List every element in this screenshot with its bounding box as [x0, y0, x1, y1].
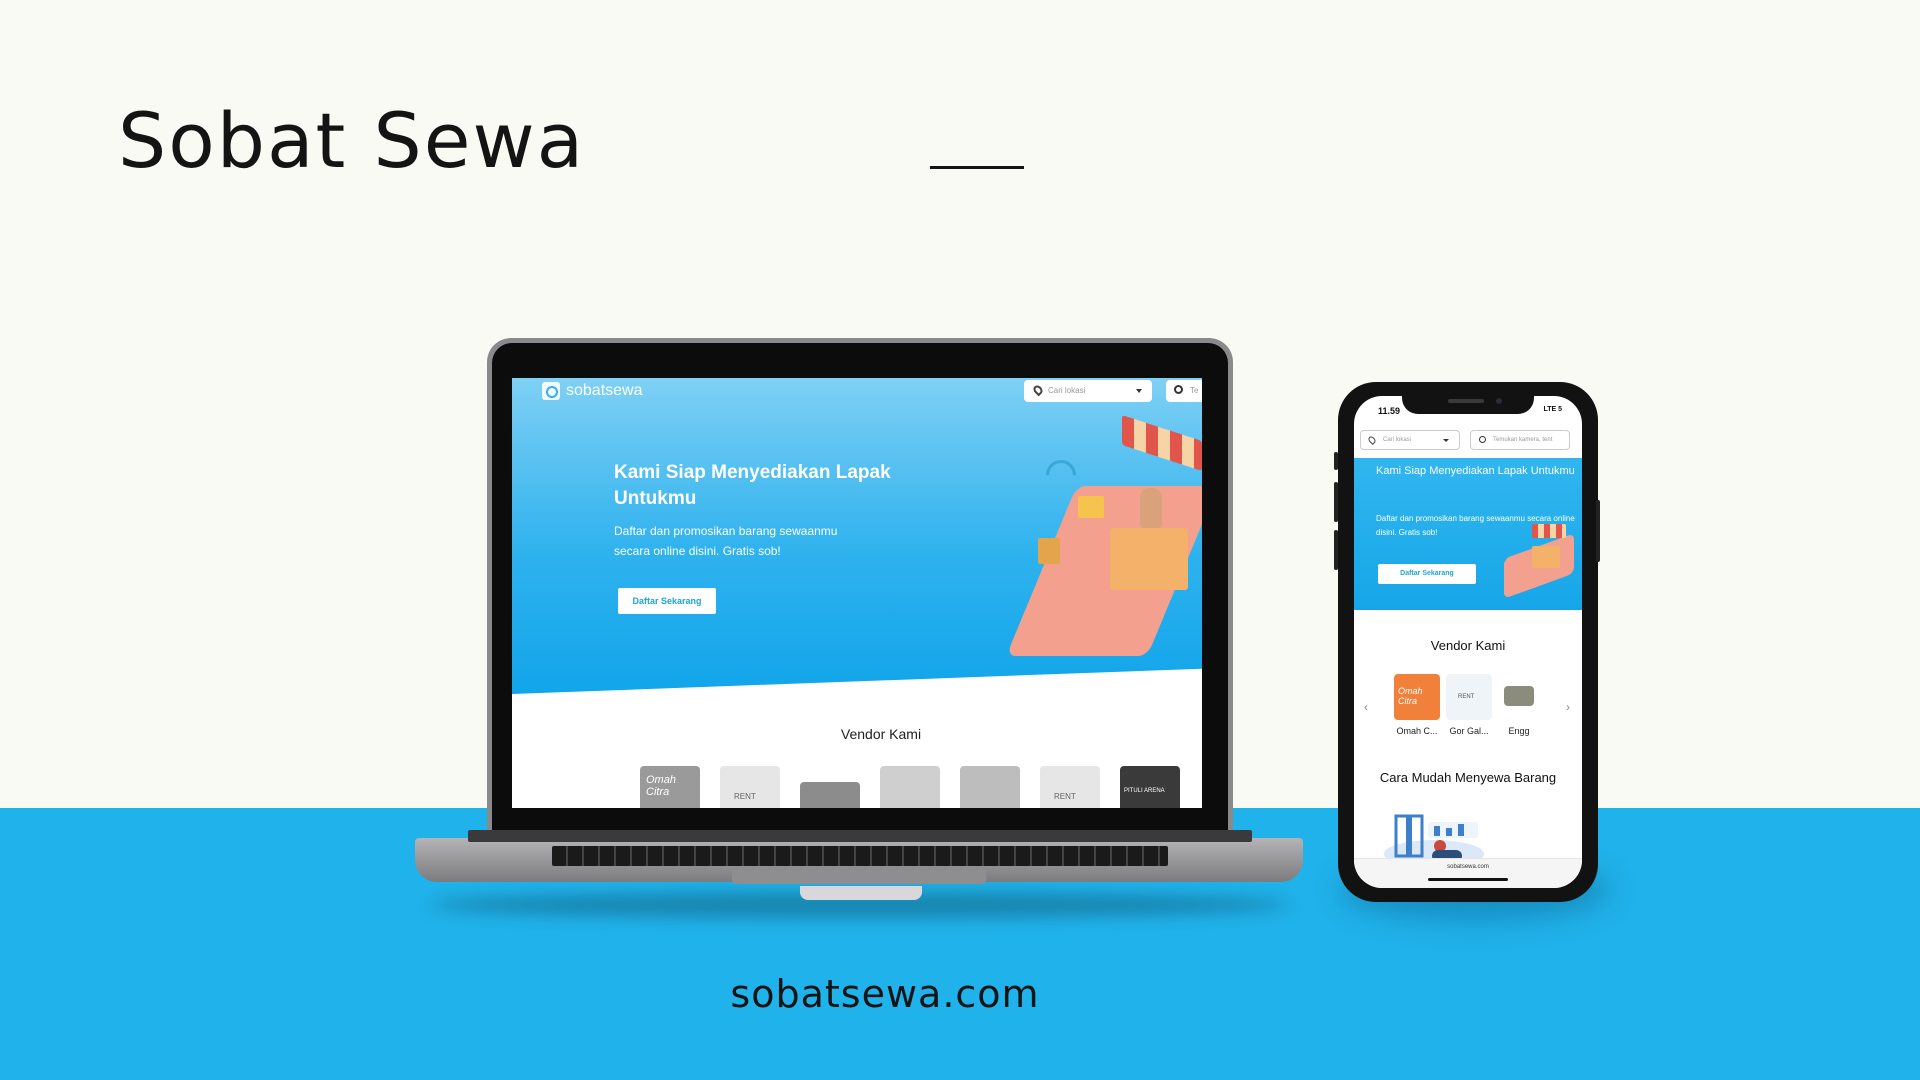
chevron-left-icon[interactable]: ‹: [1364, 700, 1368, 714]
vendor-thumbnail[interactable]: PITULI ARENA: [1120, 766, 1180, 808]
phone-volume-down: [1334, 530, 1338, 570]
search-icon: [1479, 436, 1486, 443]
chevron-right-icon[interactable]: ›: [1566, 700, 1570, 714]
search-placeholder: Te: [1190, 386, 1199, 395]
vendor-section-title: Vendor Kami: [1430, 638, 1506, 653]
vendor-thumb-label: RENT: [734, 792, 756, 801]
website-logo[interactable]: sobatsewa: [542, 382, 643, 400]
howto-section-title: Cara Mudah Menyewa Barang: [1379, 770, 1557, 785]
location-pin-icon: [1031, 383, 1045, 397]
vendor-name: Omah C...: [1396, 726, 1438, 736]
register-button[interactable]: Daftar Sekarang: [618, 588, 716, 614]
vendor-thumbnail[interactable]: [880, 766, 940, 808]
laptop-front-notch: [800, 886, 922, 900]
location-select[interactable]: Cari lokasi: [1360, 430, 1460, 450]
vendor-thumb-label: PITULI ARENA: [1124, 788, 1165, 794]
search-input[interactable]: Te: [1166, 380, 1202, 402]
location-select[interactable]: Cari lokasi: [1024, 380, 1152, 402]
search-icon: [1174, 385, 1183, 394]
phone-power-button: [1596, 500, 1600, 562]
vendor-thumb-label: Omah Citra: [646, 774, 676, 798]
laptop-screen: sobatsewa Cari lokasi Te Kami Siap Menye…: [512, 378, 1202, 808]
vendor-thumb-label: RENT: [1458, 694, 1475, 700]
hero-title: Kami Siap Menyediakan Lapak Untukmu: [1376, 465, 1575, 477]
vendor-thumbnail[interactable]: RENT: [720, 766, 780, 808]
vendor-thumbnail[interactable]: [800, 782, 860, 808]
vendor-thumbnail[interactable]: RENT: [1446, 674, 1492, 720]
shopkeeper-illustration: [1140, 488, 1162, 528]
vendor-thumb-label: RENT: [1054, 792, 1076, 801]
location-placeholder: Cari lokasi: [1048, 386, 1086, 395]
laptop-hinge: [468, 830, 1252, 842]
camera-icon: [1496, 398, 1502, 404]
browser-url-bar[interactable]: [1354, 858, 1582, 888]
page-headline: Sobat Sewa: [118, 96, 586, 185]
phone-speaker: [1448, 399, 1484, 403]
laptop-keyboard: [552, 846, 1168, 866]
location-placeholder: Cari lokasi: [1383, 437, 1412, 443]
shopping-bag-illustration: [1038, 538, 1060, 564]
laptop-trackpad: [732, 870, 986, 884]
domain-caption: sobatsewa.com: [730, 972, 1040, 1016]
search-input[interactable]: Temukan kamera, tent: [1470, 430, 1570, 450]
location-pin-icon: [1367, 435, 1377, 445]
chevron-down-icon: [1443, 439, 1449, 442]
search-placeholder: Temukan kamera, tent: [1493, 437, 1553, 443]
phone-silent-switch: [1334, 452, 1338, 470]
shop-counter-illustration: [1110, 528, 1188, 590]
vendor-thumbnail[interactable]: [1504, 686, 1534, 706]
vendor-thumbnail[interactable]: Omah Citra: [640, 766, 700, 808]
logo-text: sobatsewa: [566, 382, 643, 399]
phone-volume-up: [1334, 482, 1338, 522]
hero-subtitle: Daftar dan promosikan barang sewaanmu se…: [614, 524, 838, 558]
chevron-down-icon: [1136, 389, 1142, 393]
phone-notch: [1402, 390, 1534, 414]
hero-subtitle: Daftar dan promosikan barang sewaanmu se…: [1376, 514, 1575, 537]
vendor-section-title: Vendor Kami: [840, 726, 922, 742]
vendor-thumbnail[interactable]: RENT: [1040, 766, 1100, 808]
howto-illustration: [1384, 814, 1484, 862]
vendor-name: Engg: [1508, 726, 1530, 736]
phone-screen: 11.59 LTE 5 Cari lokasi Temukan kamera, …: [1354, 396, 1582, 888]
vendor-thumb-label: Omah Citra: [1398, 686, 1423, 706]
vendor-name: Gor Gal...: [1449, 726, 1489, 736]
home-indicator[interactable]: [1428, 878, 1508, 881]
vendor-thumbnail[interactable]: [960, 766, 1020, 808]
package-illustration: [1078, 496, 1104, 518]
register-button[interactable]: Daftar Sekarang: [1378, 564, 1476, 584]
hero-title: Kami Siap Menyediakan Lapak Untukmu: [614, 462, 891, 509]
logo-icon: [542, 382, 560, 400]
status-signal: LTE 5: [1543, 406, 1562, 413]
vendor-thumbnail[interactable]: Omah Citra: [1394, 674, 1440, 720]
status-time: 11.59: [1378, 406, 1401, 416]
accent-divider: [930, 166, 1024, 169]
shop-counter-illustration: [1532, 546, 1560, 568]
browser-url: sobatsewa.com: [1447, 864, 1489, 870]
